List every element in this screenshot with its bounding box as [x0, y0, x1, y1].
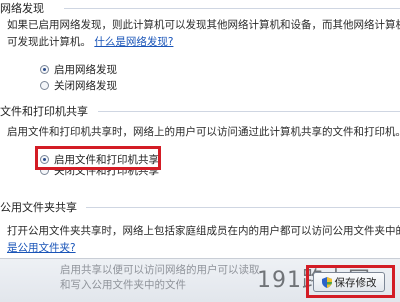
public-folder-sharing-heading: 公用文件夹共享 — [0, 201, 77, 214]
radio-disable-network-discovery[interactable]: 关闭网络发现 — [40, 78, 117, 92]
file-printer-sharing-heading: 文件和打印机共享 — [0, 105, 88, 118]
highlight-box — [35, 146, 161, 170]
radio-enable-network-discovery[interactable]: 启用网络发现 — [40, 62, 117, 76]
section-divider — [98, 111, 400, 112]
public-folder-help-link[interactable]: 是公用文件夹? — [7, 242, 76, 254]
radio-button[interactable] — [40, 80, 49, 90]
radio-disable-file-printer-sharing[interactable]: 关闭文件和打印机共享 — [40, 169, 159, 178]
network-discovery-description: 如果已启用网络发现，则此计算机可以发现其他网络计算机和设备，而其他网络计算机亦 — [7, 19, 400, 31]
section-divider — [64, 8, 400, 9]
network-discovery-desc-prefix: 可发现此计算机。 — [7, 36, 91, 48]
radio-button-checked[interactable] — [40, 64, 49, 74]
network-discovery-heading: 网络发现 — [0, 2, 44, 15]
network-discovery-desc-line2: 可发现此计算机。 什么是网络发现? — [7, 34, 173, 49]
public-folder-sharing-description: 打开公用文件夹共享时，网络上包括家庭组成员在内的用户都可以访问公用文件夹中的文 — [7, 225, 400, 237]
radio-label: 启用网络发现 — [54, 63, 117, 76]
public-folder-sharing-desc-line2: 是公用文件夹? — [7, 240, 76, 255]
section-divider — [86, 207, 400, 208]
network-discovery-help-link[interactable]: 什么是网络发现? — [94, 36, 173, 48]
radio-label: 关闭网络发现 — [54, 79, 117, 92]
file-printer-sharing-description: 启用文件和打印机共享时，网络上的用户可以访问通过此计算机共享的文件和打印机。 — [7, 126, 400, 138]
faded-text: 启用共享以便可以访问网络的用户可以读取和写入公用文件夹中的文件 — [60, 264, 260, 291]
radio-label: 关闭文件和打印机共享 — [54, 169, 159, 177]
button-highlight-box — [306, 265, 395, 298]
